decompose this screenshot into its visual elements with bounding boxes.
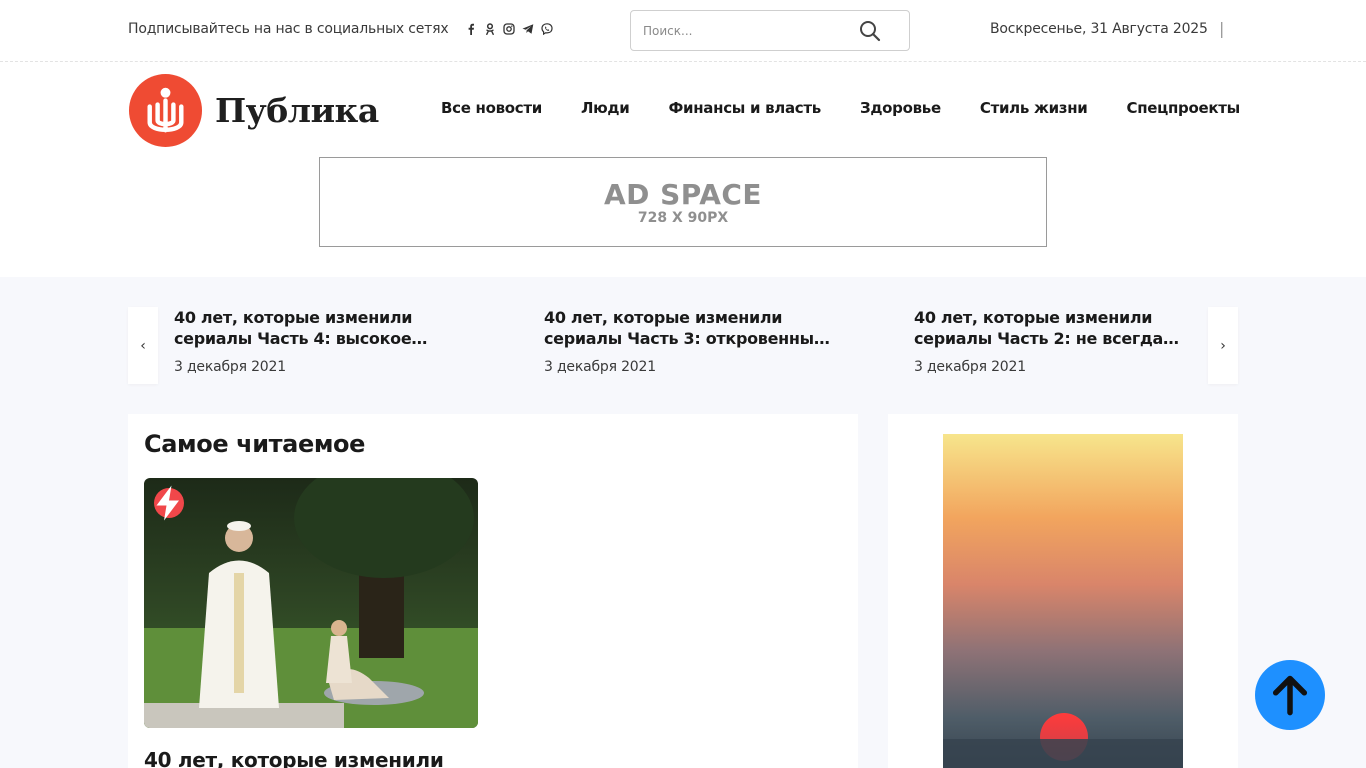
lightning-icon: [154, 485, 184, 521]
ad-size: 728 X 90PX: [637, 210, 729, 226]
slider-item-date: 3 декабря 2021: [544, 359, 656, 375]
arrow-up-icon: [1272, 675, 1308, 716]
slider-next-button[interactable]: ›: [1208, 307, 1238, 384]
slider-item-title[interactable]: 40 лет, которые изменили сериалы Часть 4…: [174, 307, 464, 349]
site-logo[interactable]: Публика: [128, 72, 388, 148]
social-links: [465, 22, 553, 36]
slider-item[interactable]: 40 лет, которые изменили сериалы Часть 3…: [544, 307, 834, 375]
ad-title: AD SPACE: [603, 178, 763, 211]
most-read-panel: Самое читаемое 40 лет, которые изменили: [128, 414, 858, 768]
article-image[interactable]: [144, 478, 478, 728]
odnoklassniki-icon[interactable]: [484, 22, 496, 36]
search-icon[interactable]: [859, 20, 881, 42]
sidebar-banner: [888, 414, 1238, 768]
slider-item[interactable]: 40 лет, которые изменили сериалы Часть 2…: [914, 307, 1196, 375]
slider-item-date: 3 декабря 2021: [914, 359, 1026, 375]
sidebar-image[interactable]: [943, 434, 1183, 768]
article-title[interactable]: 40 лет, которые изменили: [144, 748, 444, 768]
top-bar: Подписывайтесь на нас в социальных сетях…: [0, 0, 1366, 62]
search-box: [630, 10, 910, 51]
scroll-to-top-button[interactable]: [1255, 660, 1325, 730]
main-nav: Все новости Люди Финансы и власть Здоров…: [441, 99, 1240, 117]
nav-item-finance-power[interactable]: Финансы и власть: [668, 99, 821, 117]
date-separator: |: [1219, 19, 1225, 38]
slider-item-title[interactable]: 40 лет, которые изменили сериалы Часть 3…: [544, 307, 834, 349]
nav-item-health[interactable]: Здоровье: [860, 99, 941, 117]
most-read-heading: Самое читаемое: [144, 430, 366, 458]
subscribe-text: Подписывайтесь на нас в социальных сетях: [128, 21, 449, 37]
chevron-right-icon: ›: [1220, 337, 1226, 354]
search-input[interactable]: [643, 21, 843, 41]
instagram-icon[interactable]: [503, 22, 515, 36]
logo-text: Публика: [215, 90, 379, 130]
slider-item-title[interactable]: 40 лет, которые изменили сериалы Часть 2…: [914, 307, 1196, 349]
logo-icon: [128, 73, 203, 147]
facebook-icon[interactable]: [465, 22, 477, 36]
current-date: Воскресенье, 31 Августа 2025: [990, 21, 1208, 37]
chevron-left-icon: ‹: [140, 337, 146, 354]
viber-icon[interactable]: [541, 22, 553, 36]
slider-prev-button[interactable]: ‹: [128, 307, 158, 384]
telegram-icon[interactable]: [522, 22, 534, 36]
nav-item-people[interactable]: Люди: [581, 99, 630, 117]
slider-item-date: 3 декабря 2021: [174, 359, 286, 375]
nav-item-lifestyle[interactable]: Стиль жизни: [980, 99, 1088, 117]
nav-item-all-news[interactable]: Все новости: [441, 99, 542, 117]
ad-banner[interactable]: AD SPACE 728 X 90PX: [319, 157, 1047, 247]
slider-item[interactable]: 40 лет, которые изменили сериалы Часть 4…: [174, 307, 464, 375]
nav-item-special-projects[interactable]: Спецпроекты: [1127, 99, 1241, 117]
